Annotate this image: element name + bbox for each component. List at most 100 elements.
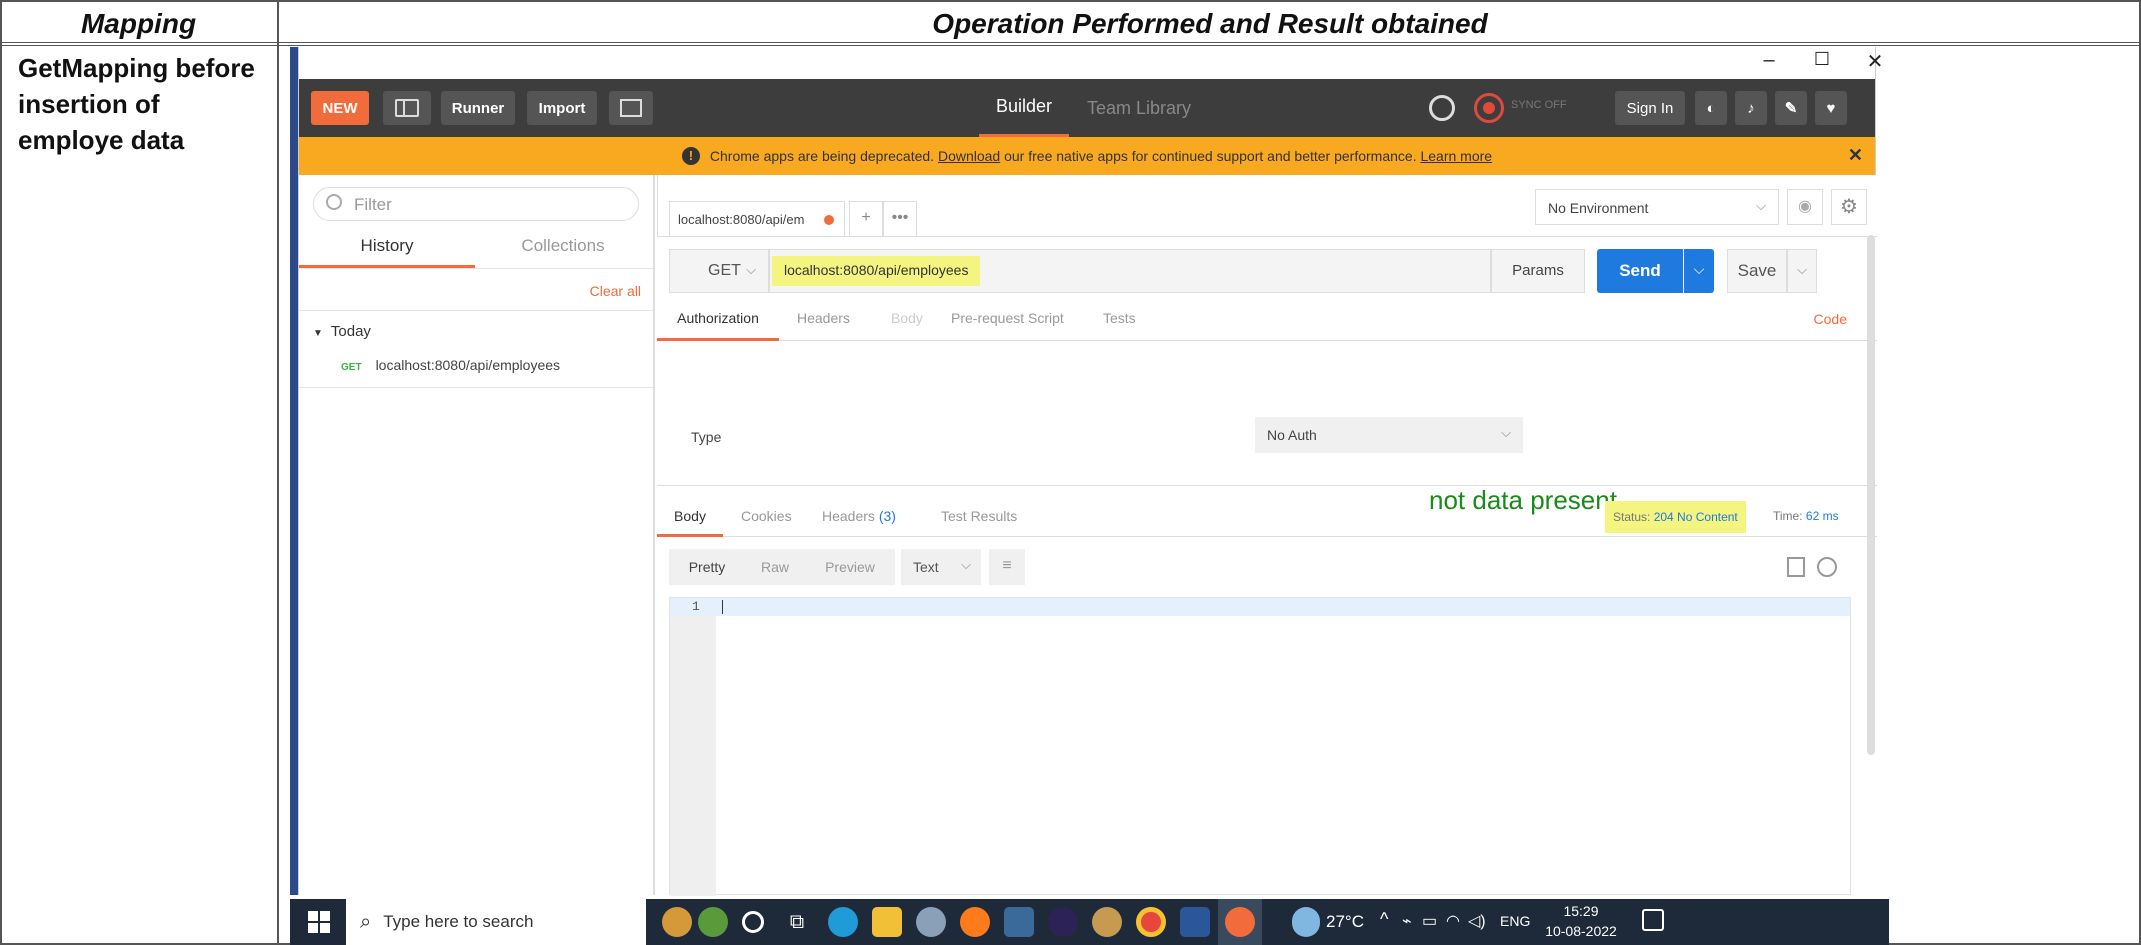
wrench-icon[interactable]: ✎ [1775, 91, 1807, 125]
language-indicator[interactable]: ENG [1500, 913, 1530, 929]
bell-icon[interactable]: ♪ [1735, 91, 1767, 125]
minimize-icon[interactable]: – [1749, 49, 1789, 72]
tab-authorization[interactable]: Authorization [657, 301, 779, 341]
interceptor-icon[interactable] [1429, 95, 1455, 121]
wrap-lines-icon[interactable]: ≡ [989, 549, 1025, 585]
response-editor[interactable]: 1 [669, 597, 1851, 896]
volume-icon[interactable]: ◁) [1468, 911, 1486, 931]
learn-more-link[interactable]: Learn more [1420, 148, 1492, 164]
history-item[interactable]: GET localhost:8080/api/employees [341, 357, 560, 373]
format-select[interactable]: Text ⌵ [901, 549, 981, 585]
eclipse-icon[interactable] [1048, 907, 1078, 937]
gear-icon[interactable]: ⚙ [1831, 189, 1867, 225]
view-preview-button[interactable]: Preview [805, 549, 895, 585]
desktop-edge [290, 47, 298, 895]
sync-status: SYNC OFF [1511, 99, 1567, 111]
temperature: 27°C [1326, 912, 1364, 931]
battery-icon[interactable]: ▭ [1422, 911, 1437, 931]
search-response-icon[interactable] [1817, 557, 1837, 577]
firefox-icon[interactable] [960, 907, 990, 937]
save-button[interactable]: Save [1727, 249, 1787, 293]
tab-cookies[interactable]: Cookies [741, 497, 792, 535]
runner-button[interactable]: Runner [441, 91, 515, 125]
tab-tests[interactable]: Tests [1103, 301, 1136, 341]
heart-icon[interactable]: ♥ [1815, 91, 1847, 125]
scrollbar[interactable] [1867, 235, 1875, 755]
network-icon[interactable]: ⌁ [1402, 911, 1412, 931]
more-icon: ••• [891, 209, 909, 226]
history-group-today[interactable]: ▼ Today [313, 323, 371, 340]
tab-builder[interactable]: Builder [979, 79, 1069, 137]
chevron-down-icon: ⌵ [1693, 261, 1705, 277]
method-select[interactable]: GET ⌵ [669, 249, 769, 293]
sync-icon[interactable] [1474, 93, 1504, 123]
search-icon [326, 194, 342, 210]
new-button[interactable]: NEW [311, 91, 369, 125]
params-button[interactable]: Params [1491, 249, 1585, 293]
wifi-icon[interactable]: ◠ [1446, 911, 1460, 931]
send-options-button[interactable]: ⌵ [1684, 249, 1714, 293]
save-options-button[interactable]: ⌵ [1787, 249, 1817, 293]
copy-icon[interactable] [1787, 557, 1805, 577]
view-pretty-button[interactable]: Pretty [669, 549, 745, 585]
tab-test-results[interactable]: Test Results [941, 497, 1017, 535]
time-value: 62 ms [1805, 509, 1839, 523]
tab-response-headers[interactable]: Headers (3) [822, 497, 896, 535]
close-icon[interactable]: ✕ [1855, 49, 1889, 74]
tab-options-button[interactable]: ••• [883, 201, 917, 237]
header-operation: Operation Performed and Result obtained [932, 8, 1488, 39]
filter-input[interactable]: Filter [313, 187, 639, 221]
import-button[interactable]: Import [527, 91, 597, 125]
active-app-slot[interactable] [1218, 899, 1262, 945]
weather-widget-icon[interactable] [662, 907, 692, 937]
tab-response-body[interactable]: Body [657, 497, 723, 537]
tomcat-icon[interactable] [1092, 907, 1122, 937]
environment-select[interactable]: No Environment ⌵ [1535, 189, 1779, 225]
word-icon[interactable] [1180, 907, 1210, 937]
postman-window: – ☐ ✕ NEW Runner Import Builder Team Lib… [298, 47, 1883, 896]
tab-team-library[interactable]: Team Library [1079, 79, 1199, 137]
auth-type-value: No Auth [1267, 427, 1317, 443]
search-icon: ⌕ [360, 910, 372, 933]
request-builder: localhost:8080/api/em + ••• No Environme… [657, 175, 1877, 896]
method-badge: GET [341, 362, 362, 373]
chrome-icon[interactable] [1136, 907, 1166, 937]
sidebar-toggle-button[interactable] [383, 91, 431, 125]
clock[interactable]: 15:29 10-08-2022 [1542, 901, 1620, 941]
banner-close-icon[interactable]: ✕ [1848, 145, 1863, 166]
clear-all-link[interactable]: Clear all [590, 283, 641, 299]
tab-label: Headers [822, 508, 875, 524]
notification-icon[interactable] [1642, 909, 1664, 931]
chevron-down-icon: ⌵ [1797, 262, 1807, 277]
new-window-button[interactable] [609, 91, 653, 125]
taskbar-search[interactable]: ⌕ Type here to search [346, 899, 646, 945]
maximize-icon[interactable]: ☐ [1802, 49, 1842, 70]
tab-headers[interactable]: Headers [797, 301, 850, 341]
globe-icon[interactable]: ◐ [1695, 91, 1727, 125]
download-link[interactable]: Download [938, 148, 1000, 164]
code-link[interactable]: Code [1814, 301, 1847, 341]
request-tab[interactable]: localhost:8080/api/em [669, 201, 845, 237]
line-number: 1 [692, 599, 700, 614]
edge-icon[interactable] [828, 907, 858, 937]
mysql-workbench-icon[interactable] [1004, 907, 1034, 937]
sign-in-button[interactable]: Sign In [1615, 91, 1685, 125]
new-tab-button[interactable]: + [849, 201, 883, 237]
tab-pre-request-script[interactable]: Pre-request Script [951, 301, 1064, 341]
file-explorer-icon[interactable] [872, 907, 902, 937]
eye-icon[interactable]: ◉ [1787, 189, 1823, 225]
auth-type-select[interactable]: No Auth ⌵ [1255, 417, 1523, 453]
news-widget-icon[interactable] [698, 907, 728, 937]
tray-chevron-icon[interactable]: ^ [1380, 909, 1388, 930]
tab-body[interactable]: Body [891, 301, 923, 341]
send-button[interactable]: Send [1597, 249, 1683, 293]
task-view-icon[interactable]: ⧉ [782, 907, 812, 937]
windows-start-icon[interactable] [308, 911, 330, 933]
cortana-icon[interactable] [742, 911, 764, 933]
new-window-icon [620, 99, 642, 117]
tab-collections[interactable]: Collections [475, 230, 651, 268]
tab-history[interactable]: History [299, 230, 475, 268]
app-icon[interactable] [916, 907, 946, 937]
url-input[interactable]: localhost:8080/api/employees [769, 249, 1491, 293]
view-raw-button[interactable]: Raw [745, 549, 805, 585]
